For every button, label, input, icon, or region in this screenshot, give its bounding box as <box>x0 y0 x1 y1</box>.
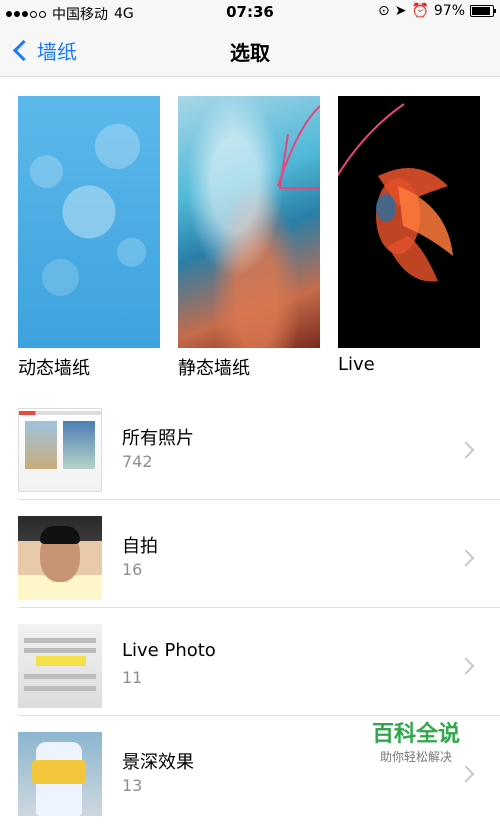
wallpaper-live-tile[interactable] <box>338 96 480 348</box>
rotation-lock-icon: ⊙ <box>377 3 390 19</box>
chevron-right-icon <box>457 657 475 675</box>
album-title: 自拍 <box>122 536 158 557</box>
wallpaper-live-label: Live <box>338 354 375 375</box>
album-thumbnail <box>18 516 102 600</box>
watermark-title: 百科全说 <box>371 722 460 747</box>
album-count: 16 <box>122 560 143 579</box>
wallpaper-dynamic-label: 动态墙纸 <box>18 358 90 379</box>
chevron-right-icon <box>457 441 475 459</box>
location-icon: ➤ <box>394 3 407 19</box>
watermark: 百科全说 助你轻松解决 <box>372 716 460 765</box>
album-count: 11 <box>122 668 143 687</box>
album-row-live-photo[interactable]: Live Photo 11 <box>0 616 500 716</box>
betta-fish-image <box>338 103 453 282</box>
album-title: 景深效果 <box>122 752 194 773</box>
album-count: 13 <box>122 776 143 795</box>
watermark-subtitle: 助你轻松解决 <box>379 750 452 764</box>
album-row-selfies[interactable]: 自拍 16 <box>0 508 500 608</box>
status-bar: 中国移动 4G 07:36 ⊙ ➤ ⏰ 97% <box>0 0 500 24</box>
battery-percent: 97% <box>433 3 465 19</box>
battery-icon <box>470 5 496 17</box>
chevron-right-icon <box>457 549 475 567</box>
album-thumbnail <box>18 408 102 492</box>
alarm-icon: ⏰ <box>411 3 429 19</box>
wallpaper-still-label: 静态墙纸 <box>178 358 250 379</box>
album-title: 所有照片 <box>122 428 194 449</box>
status-right: ⊙ ➤ ⏰ 97% <box>377 3 496 19</box>
album-row-all-photos[interactable]: 所有照片 742 <box>0 400 500 500</box>
page-title: 选取 <box>230 41 270 65</box>
album-thumbnail <box>18 732 102 816</box>
album-thumbnail <box>18 624 102 708</box>
album-count: 742 <box>122 452 153 471</box>
chevron-right-icon <box>457 765 475 783</box>
album-title: Live Photo <box>122 640 216 661</box>
navigation-bar: 墙纸 选取 <box>0 24 500 77</box>
wallpaper-still-tile[interactable] <box>178 96 320 348</box>
wallpaper-dynamic-tile[interactable] <box>18 96 160 348</box>
pink-arrow-annotation <box>277 105 320 189</box>
